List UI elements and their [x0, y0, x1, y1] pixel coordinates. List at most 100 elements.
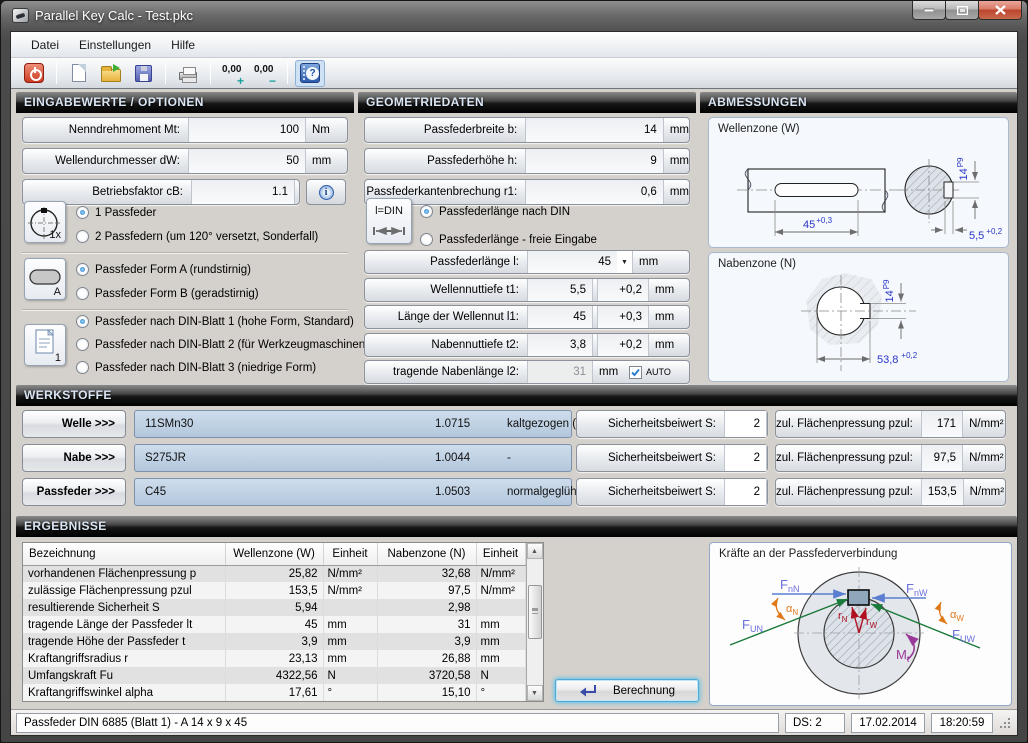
sicherheit-nabe-input[interactable]: 2 [724, 445, 767, 471]
material-number: 1.0044 [435, 452, 470, 464]
row-pressung-nabe: zul. Flächenpressung pzul: 97,5 N/mm² [775, 444, 1006, 472]
radio-form-a[interactable]: Passfeder Form A (rundstirnig) [76, 262, 251, 277]
row-sicherheit-nabe: Sicherheitsbeiwert S: 2 [576, 444, 768, 472]
field-label: Passfederbreite b: [365, 118, 525, 142]
betriebsfaktor-input[interactable]: 1.1 [191, 180, 295, 204]
row-wellennuttiefe: Wellennuttiefe t1: 5,5 +0,2 mm [364, 278, 690, 302]
col-wellenzone[interactable]: Wellenzone (W) [225, 543, 323, 565]
cell: 32,68 [377, 565, 476, 582]
menu-hilfe[interactable]: Hilfe [161, 34, 205, 56]
col-nabenzone[interactable]: Nabenzone (N) [377, 543, 476, 565]
section-title-ergebnisse: ERGEBNISSE [16, 516, 1017, 537]
cell: N/mm² [323, 582, 377, 599]
pressung-welle-value: 171 [921, 411, 963, 437]
toolbar-separator [287, 62, 288, 84]
open-file-button[interactable] [96, 60, 126, 87]
table-row: Kraftangriffsradius r23,13mm26,88mm [23, 650, 525, 667]
nenndrehmoment-input[interactable]: 100 [188, 118, 306, 142]
passfederlaenge-select[interactable]: 45 [527, 251, 617, 273]
resize-grip[interactable] [999, 717, 1011, 729]
toolbar: 0,00+ 0,00− ? [11, 58, 1017, 89]
row-pressung-passfeder: zul. Flächenpressung pzul: 153,5 N/mm² [775, 478, 1006, 506]
table-scrollbar[interactable]: ▲ ▼ [526, 543, 543, 701]
wellennutlaenge-input[interactable]: 45 [527, 306, 593, 328]
close-button[interactable] [978, 1, 1022, 20]
kantenbrechung-input[interactable]: 0,6 [525, 180, 664, 204]
radio-icon [76, 263, 89, 276]
radio-din-blatt-2[interactable]: Passfeder nach DIN-Blatt 2 (für Werkzeug… [76, 337, 369, 352]
cell: 23,13 [225, 650, 323, 667]
nabennuttiefe-input[interactable]: 3,8 [527, 334, 593, 356]
new-file-button[interactable] [64, 60, 94, 87]
radio-laenge-frei[interactable]: Passfederlänge - freie Eingabe [420, 232, 597, 247]
col-einheit-n[interactable]: Einheit [476, 543, 525, 565]
radio-laenge-din[interactable]: Passfederlänge nach DIN [420, 204, 570, 219]
wellenzone-label: Wellenzone (W) [718, 123, 800, 135]
group-separator [22, 309, 348, 311]
scrollbar-thumb[interactable] [528, 585, 542, 639]
help-button[interactable]: ? [295, 60, 325, 87]
table-row: tragende Länge der Passfeder lt45mm31mm [23, 616, 525, 633]
scroll-down-icon[interactable]: ▼ [527, 685, 543, 701]
nabe-material-button[interactable]: Nabe >>> [22, 444, 126, 472]
info-button[interactable]: i [306, 179, 346, 205]
pressung-nabe-value: 97,5 [921, 445, 963, 471]
row-passfederlaenge: Passfederlänge l: 45 ▼ mm [364, 250, 690, 274]
welle-material-box[interactable]: 11SMn30 1.0715 kaltgezogen (+C) [134, 410, 572, 438]
passfederbreite-input[interactable]: 14 [525, 118, 664, 142]
menu-einstellungen[interactable]: Einstellungen [69, 34, 161, 56]
field-label: Nenndrehmoment Mt: [23, 118, 188, 142]
cell: 153,5 [225, 582, 323, 599]
app-icon [12, 8, 29, 23]
scroll-up-icon[interactable]: ▲ [527, 543, 543, 559]
titlebar[interactable]: Parallel Key Calc - Test.pkc [1, 1, 1027, 31]
sicherheit-welle-input[interactable]: 2 [724, 411, 767, 437]
radio-2-passfedern[interactable]: 2 Passfedern (um 120° versetzt, Sonderfa… [76, 229, 318, 244]
radio-icon [76, 230, 89, 243]
auto-checkbox-group[interactable]: AUTO [629, 361, 671, 383]
welle-material-button[interactable]: Welle >>> [22, 410, 126, 438]
scrollbar-track[interactable] [527, 559, 543, 685]
nabenlaenge-input[interactable]: 31 [527, 361, 593, 383]
berechnung-button[interactable]: Berechnung [555, 679, 699, 702]
status-ds: DS: 2 [785, 713, 845, 733]
exit-button[interactable] [19, 60, 49, 87]
print-button[interactable] [173, 60, 203, 87]
radio-label: Passfederlänge nach DIN [439, 206, 570, 218]
dropdown-arrow-icon[interactable]: ▼ [617, 251, 633, 273]
radio-label: Passfeder nach DIN-Blatt 1 (hohe Form, S… [95, 316, 354, 328]
radio-form-b[interactable]: Passfeder Form B (geradstirnig) [76, 286, 259, 301]
radio-1-passfeder[interactable]: 1 Passfeder [76, 205, 156, 220]
print-icon [179, 72, 197, 80]
minimize-button[interactable] [912, 1, 946, 20]
menu-datei[interactable]: Datei [21, 34, 69, 56]
cell: 25,82 [225, 565, 323, 582]
decimals-increase-button[interactable]: 0,00+ [218, 60, 248, 87]
window-title: Parallel Key Calc - Test.pkc [35, 8, 193, 23]
unit-label: N/mm² [963, 445, 1005, 471]
cell: 5,94 [225, 599, 323, 616]
passfeder-material-box[interactable]: C45 1.0503 normalgeglüht (+N) [134, 478, 572, 506]
force-fuw-label: FUW [952, 627, 975, 644]
col-bezeichnung[interactable]: Bezeichnung [23, 543, 225, 565]
app-window: Parallel Key Calc - Test.pkc Datei Einst… [0, 0, 1028, 743]
passfederhoehe-input[interactable]: 9 [525, 149, 664, 173]
results-grid: Bezeichnung Wellenzone (W) Einheit Naben… [23, 543, 526, 701]
forces-title: Kräfte an der Passfederverbindung [719, 548, 897, 560]
nabenzone-drawing: 14P9 53,8+0,2 [711, 271, 1008, 381]
passfeder-material-button[interactable]: Passfeder >>> [22, 478, 126, 506]
sicherheit-passfeder-input[interactable]: 2 [724, 479, 767, 505]
radio-icon [76, 338, 89, 351]
wellennuttiefe-input[interactable]: 5,5 [527, 279, 593, 301]
unit-label: mm [649, 334, 674, 356]
radio-din-blatt-1[interactable]: Passfeder nach DIN-Blatt 1 (hohe Form, S… [76, 314, 354, 329]
nabe-material-box[interactable]: S275JR 1.0044 - [134, 444, 572, 472]
wellendurchmesser-input[interactable]: 50 [188, 149, 306, 173]
decimals-decrease-button[interactable]: 0,00− [250, 60, 280, 87]
radio-din-blatt-3[interactable]: Passfeder nach DIN-Blatt 3 (niedrige For… [76, 360, 316, 375]
save-file-button[interactable] [128, 60, 158, 87]
maximize-button[interactable] [945, 1, 979, 20]
cell: 31 [377, 616, 476, 633]
caption-buttons [913, 1, 1022, 20]
col-einheit-w[interactable]: Einheit [323, 543, 377, 565]
